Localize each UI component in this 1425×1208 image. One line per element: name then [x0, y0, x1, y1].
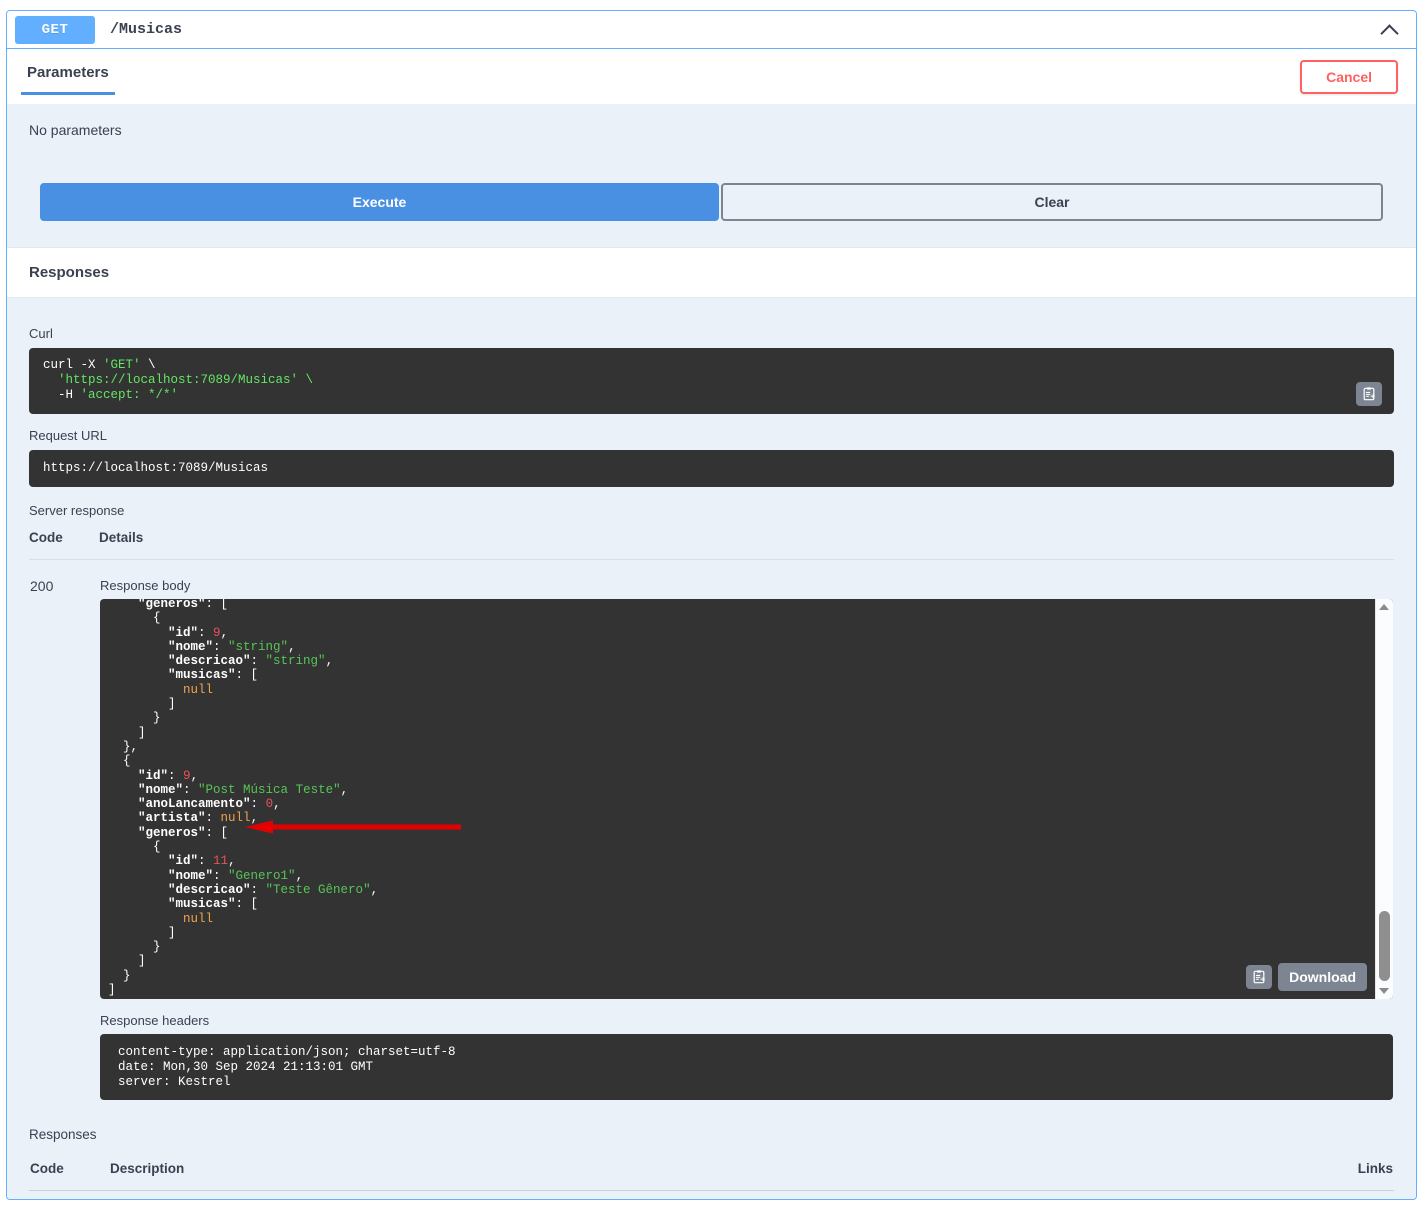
- response-body-scrollbar[interactable]: [1375, 599, 1393, 999]
- clipboard-copy-icon: [1253, 970, 1265, 984]
- responses-heading: Responses: [29, 264, 110, 281]
- server-response-table: Code Details 200 Response body "generos"…: [29, 530, 1394, 1101]
- operation-tabs-row: Parameters Cancel: [7, 49, 1416, 104]
- operation-block-get-musicas: GET /Musicas Parameters Cancel No parame…: [6, 10, 1417, 1200]
- scrollbar-thumb[interactable]: [1379, 911, 1390, 981]
- documented-responses-header-row: Code Description Links: [29, 1160, 1394, 1192]
- curl-line1-cont: \: [140, 358, 156, 372]
- server-response-col-details: Details: [99, 530, 1394, 560]
- no-parameters-text: No parameters: [29, 122, 122, 138]
- execute-clear-row: Execute Clear: [40, 183, 1383, 221]
- doc-col-description: Description: [109, 1160, 886, 1192]
- clipboard-copy-icon: [1363, 387, 1375, 401]
- http-method-badge: GET: [15, 15, 95, 44]
- documented-responses-table: Code Description Links 200 Success No li…: [29, 1160, 1394, 1199]
- curl-command-block: curl -X 'GET' \ 'https://localhost:7089/…: [29, 348, 1394, 415]
- response-body-json: "generos": [ { "id": 9, "nome": "string"…: [108, 599, 379, 998]
- clear-button[interactable]: Clear: [721, 183, 1383, 221]
- request-url-block: https://localhost:7089/Musicas: [29, 450, 1394, 487]
- server-response-details-cell: Response body "generos": [ { "id": 9, "n…: [99, 560, 1394, 1102]
- execute-button[interactable]: Execute: [40, 183, 719, 221]
- table-row: 200 Success No links: [29, 1191, 1394, 1199]
- curl-url-line: 'https://localhost:7089/Musicas' \: [43, 372, 314, 387]
- doc-col-code: Code: [29, 1160, 109, 1192]
- live-responses-section: Curl curl -X 'GET' \ 'https://localhost:…: [7, 298, 1416, 1102]
- server-response-status-code: 200: [30, 578, 54, 594]
- curl-cmd: curl -X: [43, 358, 104, 372]
- copy-response-button[interactable]: [1246, 965, 1273, 989]
- responses-section-header: Responses: [7, 247, 1416, 298]
- parameters-section: No parameters Execute Clear: [7, 104, 1416, 247]
- response-body-label: Response body: [100, 578, 191, 593]
- doc-response-code: 200: [29, 1191, 109, 1199]
- server-response-header-row: Code Details: [29, 530, 1394, 560]
- curl-method-arg: 'GET': [103, 358, 141, 372]
- operation-path: /Musicas: [110, 21, 183, 38]
- request-url-value: https://localhost:7089/Musicas: [43, 461, 269, 476]
- curl-header-arg: 'accept: */*': [80, 387, 179, 402]
- parameters-bottom-padding: [7, 221, 1416, 247]
- download-button[interactable]: Download: [1278, 963, 1367, 991]
- documented-responses-title: Responses: [29, 1127, 97, 1143]
- doc-response-description: Success: [109, 1191, 885, 1199]
- tab-parameters[interactable]: Parameters: [21, 58, 115, 95]
- operation-summary-bar[interactable]: GET /Musicas: [7, 11, 1416, 49]
- cancel-button[interactable]: Cancel: [1300, 59, 1398, 94]
- response-headers-label: Response headers: [100, 1013, 210, 1028]
- server-response-row: 200 Response body "generos": [ { "id": 9…: [29, 560, 1394, 1102]
- server-response-label: Server response: [29, 503, 125, 518]
- doc-response-links: No links: [885, 1191, 1394, 1199]
- scroll-up-arrow-icon[interactable]: [1379, 604, 1389, 610]
- documented-responses-section: Responses Code Description Links 200 Suc…: [7, 1101, 1416, 1199]
- copy-curl-button[interactable]: [1356, 382, 1382, 407]
- response-body-actions: Download: [1246, 963, 1367, 991]
- chevron-up-icon[interactable]: [1380, 19, 1402, 41]
- doc-col-links: Links: [885, 1160, 1394, 1192]
- curl-label: Curl: [29, 326, 53, 341]
- server-response-col-code: Code: [29, 530, 99, 560]
- response-headers-block: content-type: application/json; charset=…: [100, 1034, 1393, 1101]
- scroll-down-arrow-icon[interactable]: [1379, 988, 1389, 994]
- curl-header-flag: -H: [43, 387, 81, 402]
- response-body-viewer[interactable]: "generos": [ { "id": 9, "nome": "string"…: [100, 599, 1393, 999]
- request-url-label: Request URL: [29, 428, 108, 444]
